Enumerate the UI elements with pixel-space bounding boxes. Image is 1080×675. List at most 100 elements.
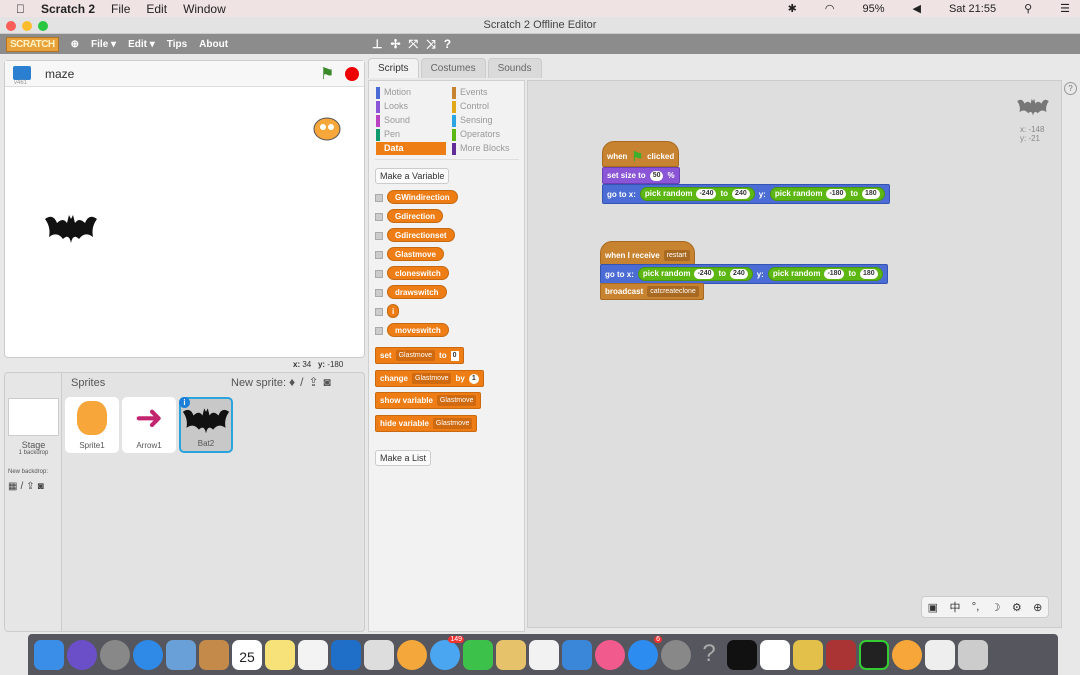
presentation-mode-icon[interactable] <box>13 66 31 80</box>
category-operators[interactable]: Operators <box>452 128 522 141</box>
python-launcher-icon[interactable] <box>793 639 823 670</box>
sprite-tile-sprite1[interactable]: Sprite1 <box>65 397 119 453</box>
category-control[interactable]: Control <box>452 100 522 113</box>
apple-icon[interactable]:  <box>16 2 25 16</box>
go-to-xy-block[interactable]: go to x: pick random -240 to 240 y: pick ra… <box>600 264 888 284</box>
paint-icon[interactable]: / <box>20 481 23 492</box>
variable-reporter[interactable]: Gdirection <box>387 209 444 223</box>
broadcast-block[interactable]: broadcast catcreateclone <box>600 283 704 300</box>
photos-icon[interactable] <box>397 639 427 670</box>
notes-icon[interactable] <box>265 639 295 670</box>
upload-icon[interactable]: ⇪ <box>308 375 318 389</box>
ime-moon-icon[interactable]: ☽ <box>991 601 1001 614</box>
checkbox[interactable] <box>375 251 383 259</box>
trash-icon[interactable] <box>958 639 988 670</box>
checkbox[interactable] <box>375 194 383 202</box>
launchpad-icon[interactable] <box>100 639 130 670</box>
when-flag-clicked-block[interactable]: when ⚑ clicked <box>602 141 680 167</box>
delete-icon[interactable]: ✢ <box>390 37 400 52</box>
variable-reporter[interactable]: Gdirectionset <box>387 228 455 242</box>
show-variable-block[interactable]: show variable Glastmove <box>375 392 482 409</box>
app-icon[interactable] <box>760 639 790 670</box>
app-store-icon[interactable]: 6 <box>628 635 662 670</box>
set-size-block[interactable]: set size to 50% <box>602 167 680 184</box>
safari-icon[interactable] <box>133 639 163 670</box>
cat-sprite[interactable] <box>305 113 345 149</box>
clock[interactable]: Sat 21:55 <box>949 3 996 15</box>
menu-edit[interactable]: Edit <box>146 2 167 16</box>
ime-punct[interactable]: °, <box>972 601 979 613</box>
bat-sprite[interactable] <box>43 209 99 248</box>
pick-random-block[interactable]: pick random -240 to 240 <box>639 187 755 201</box>
scratch-logo[interactable]: SCRATCH <box>6 36 59 52</box>
scratch-icon[interactable] <box>892 639 922 670</box>
menu-window[interactable]: Window <box>183 2 226 16</box>
help-icon[interactable]: ? <box>444 37 451 52</box>
siri-icon[interactable] <box>67 639 97 670</box>
checkbox[interactable] <box>375 213 383 221</box>
minimize-icon[interactable] <box>22 21 32 31</box>
category-sensing[interactable]: Sensing <box>452 114 522 127</box>
zoom-icon[interactable]: ⊕ <box>1033 601 1042 614</box>
menu-app[interactable]: Scratch 2 <box>41 2 95 16</box>
music-icon[interactable] <box>595 639 625 670</box>
battery-percent[interactable]: 95% <box>862 3 884 15</box>
mail-stamp-icon[interactable] <box>166 639 196 670</box>
reminders-icon[interactable] <box>298 639 328 670</box>
menu-file[interactable]: File <box>111 2 130 16</box>
ime-settings-icon[interactable]: ⚙ <box>1012 601 1022 614</box>
menu-file[interactable]: File ▾ <box>91 39 116 50</box>
system-preferences-icon[interactable] <box>661 639 691 670</box>
pick-random-block[interactable]: pick random -180 to 180 <box>767 267 883 281</box>
project-title[interactable]: maze <box>45 67 74 81</box>
terminal-icon[interactable] <box>727 639 757 670</box>
info-icon[interactable]: i <box>179 397 190 408</box>
variable-reporter[interactable]: cloneswitch <box>387 266 449 280</box>
make-list-button[interactable]: Make a List <box>375 450 432 466</box>
ime-logo-icon[interactable]: ▣ <box>928 601 938 614</box>
bluetooth-icon[interactable]: ✱ <box>788 2 797 15</box>
tab-costumes[interactable]: Costumes <box>420 58 486 78</box>
facetime-icon[interactable] <box>463 639 493 670</box>
category-sound[interactable]: Sound <box>376 114 446 127</box>
sprite-tile-bat2[interactable]: i Bat2 <box>179 397 233 453</box>
menu-tips[interactable]: Tips <box>167 39 187 50</box>
scripts-area[interactable]: when ⚑ clicked set size to 50% go to x: pic… <box>527 80 1062 628</box>
grow-icon[interactable]: ⤧ <box>409 37 419 52</box>
shrink-icon[interactable]: ⤨ <box>426 37 436 52</box>
menu-about[interactable]: About <box>199 39 228 50</box>
close-icon[interactable] <box>6 21 16 31</box>
tab-sounds[interactable]: Sounds <box>487 58 542 78</box>
preview-icon[interactable] <box>364 639 394 670</box>
category-data[interactable]: Data <box>376 142 446 155</box>
variable-reporter[interactable]: i <box>387 304 400 318</box>
ime-chinese[interactable]: 中 <box>949 599 960 615</box>
help-icon[interactable]: ? <box>1064 82 1077 95</box>
downloads-icon[interactable] <box>925 639 955 670</box>
pycharm-icon[interactable] <box>859 639 889 670</box>
finder-icon[interactable] <box>34 639 64 670</box>
keynote-icon[interactable] <box>562 639 592 670</box>
when-i-receive-block[interactable]: when I receive restart <box>600 241 695 265</box>
outlook-icon[interactable] <box>331 639 361 670</box>
change-variable-block[interactable]: change Glastmove by 1 <box>375 370 484 387</box>
stage-thumbnail[interactable] <box>8 398 59 436</box>
make-variable-button[interactable]: Make a Variable <box>375 168 450 184</box>
stop-icon[interactable] <box>345 67 359 81</box>
go-to-xy-block[interactable]: go to x: pick random -240 to 240 y: pick ra… <box>602 184 890 204</box>
category-events[interactable]: Events <box>452 86 522 99</box>
duplicate-icon[interactable]: ⊥ <box>372 37 382 52</box>
tab-scripts[interactable]: Scripts <box>368 58 419 78</box>
contacts-icon[interactable] <box>199 639 229 670</box>
category-more-blocks[interactable]: More Blocks <box>452 142 522 155</box>
globe-icon[interactable]: ⊕ <box>71 39 79 50</box>
spotlight-icon[interactable]: ⚲ <box>1024 2 1032 15</box>
camera-icon[interactable]: ◙ <box>38 481 44 492</box>
checkbox[interactable] <box>375 289 383 297</box>
dictionary-icon[interactable] <box>826 639 856 670</box>
upload-icon[interactable]: ⇪ <box>26 481 34 492</box>
category-motion[interactable]: Motion <box>376 86 446 99</box>
maximize-icon[interactable] <box>38 21 48 31</box>
checkbox[interactable] <box>375 308 383 316</box>
numbers-icon[interactable] <box>529 639 559 670</box>
